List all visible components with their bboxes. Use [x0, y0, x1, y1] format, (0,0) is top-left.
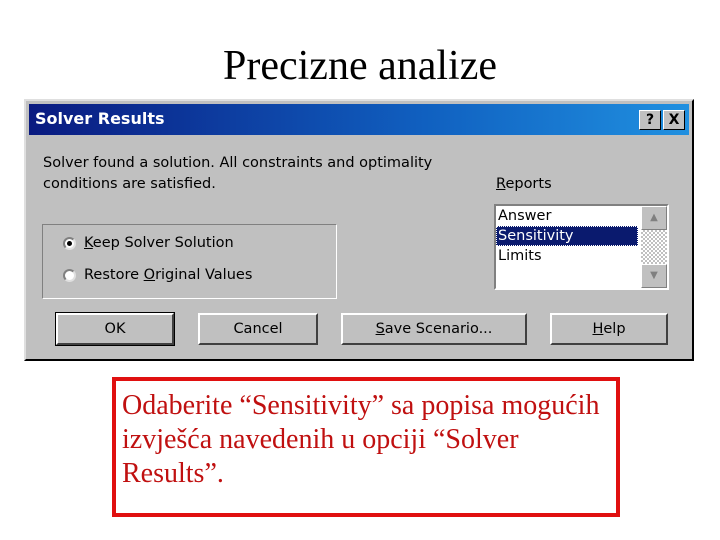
title-bar[interactable]: Solver Results ? X — [29, 104, 689, 135]
status-message: Solver found a solution. All constraints… — [43, 153, 432, 195]
instruction-note: Odaberite “Sensitivity” sa popisa mogući… — [112, 377, 620, 517]
save-scenario-button[interactable]: Save Scenario... — [341, 313, 527, 345]
keep-solver-solution-label: Keep Solver Solution — [84, 235, 234, 251]
reports-listbox[interactable]: Answer Sensitivity Limits ▲ ▼ — [494, 204, 669, 290]
message-line-1: Solver found a solution. All constraints… — [43, 155, 433, 171]
help-icon[interactable]: ? — [639, 110, 661, 130]
report-item-answer[interactable]: Answer — [496, 206, 638, 226]
report-item-sensitivity[interactable]: Sensitivity — [496, 226, 638, 246]
scroll-up-icon[interactable]: ▲ — [641, 206, 667, 230]
radio-checked-icon[interactable] — [63, 236, 76, 250]
report-item-limits[interactable]: Limits — [496, 246, 638, 266]
keep-solver-solution-radio[interactable]: Keep Solver Solution — [63, 235, 234, 251]
slide-title: Precizne analize — [223, 43, 497, 89]
help-button[interactable]: Help — [550, 313, 668, 345]
restore-original-values-label: Restore Original Values — [84, 267, 253, 283]
message-line-2: conditions are satisfied. — [43, 176, 216, 192]
reports-label: Reports — [496, 176, 552, 192]
cancel-button[interactable]: Cancel — [198, 313, 318, 345]
ok-button[interactable]: OK — [55, 312, 175, 346]
reports-scrollbar[interactable]: ▲ ▼ — [641, 206, 667, 288]
solution-options-group: Keep Solver Solution Restore Original Va… — [42, 224, 337, 299]
close-icon[interactable]: X — [663, 110, 685, 130]
scroll-down-icon[interactable]: ▼ — [641, 264, 667, 288]
dialog-title: Solver Results — [35, 109, 165, 128]
solver-results-dialog: Solver Results ? X Solver found a soluti… — [24, 99, 694, 361]
radio-unchecked-icon[interactable] — [63, 268, 76, 282]
restore-original-values-radio[interactable]: Restore Original Values — [63, 267, 252, 283]
